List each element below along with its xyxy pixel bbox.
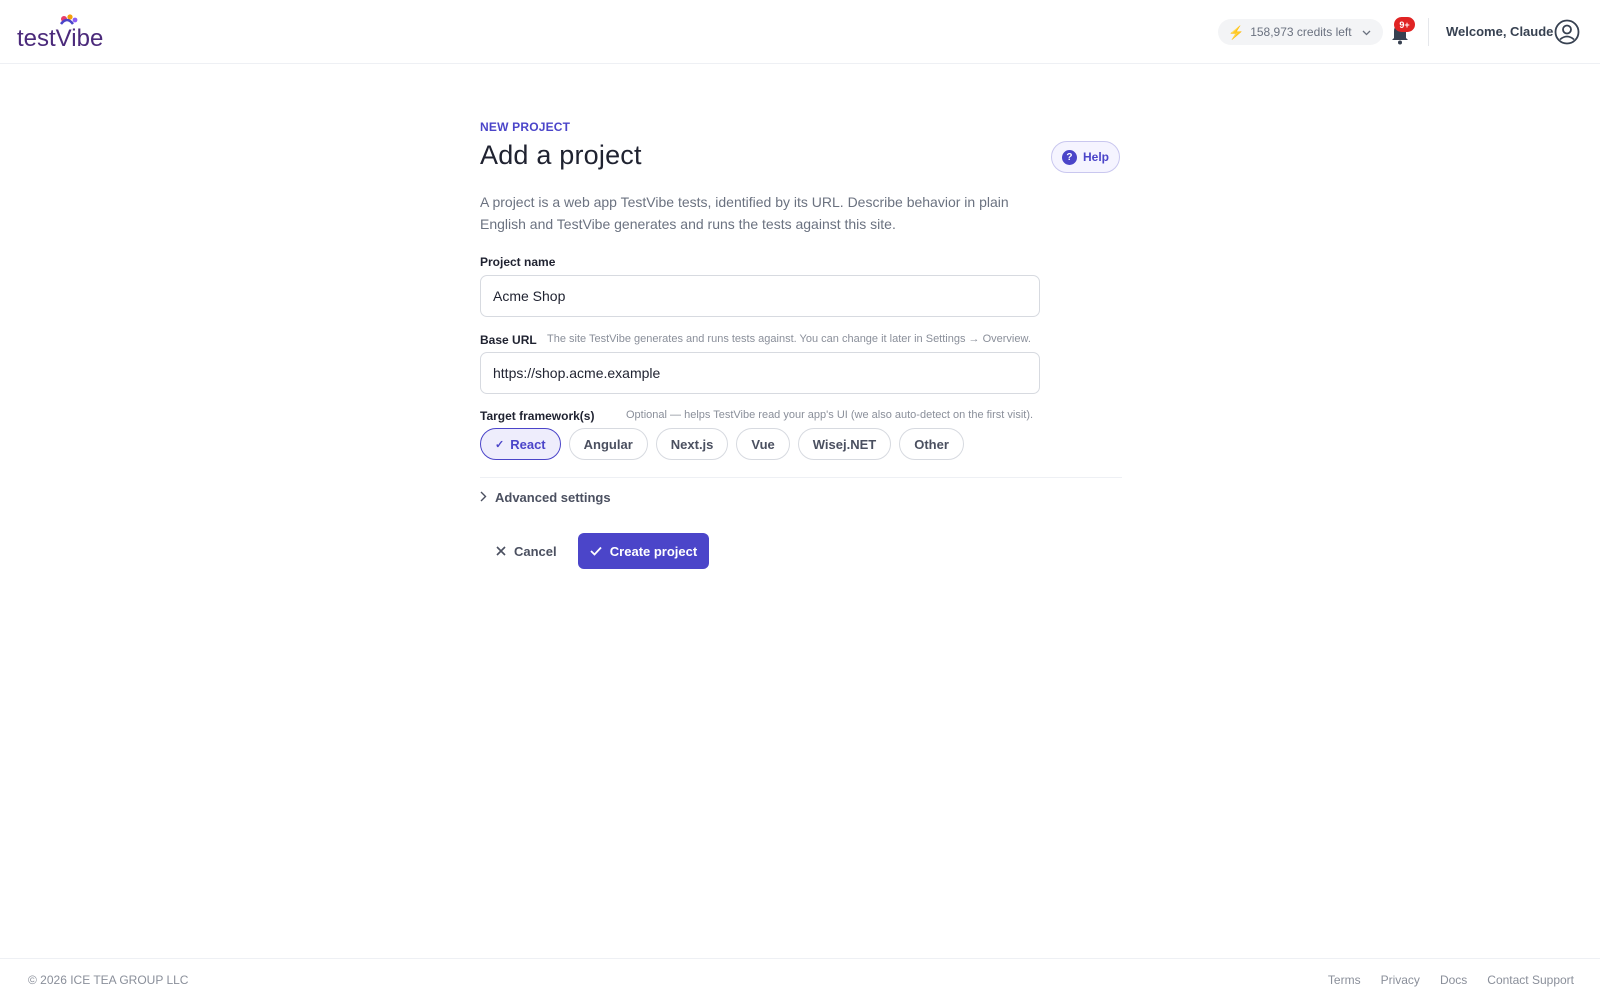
footer-link-contact-support[interactable]: Contact Support [1487,973,1574,987]
footer-links: Terms Privacy Docs Contact Support [1328,973,1574,987]
framework-chip-nextjs[interactable]: Next.js [655,428,729,460]
project-name-label: Project name [480,255,556,269]
framework-chip-group: ✓ React Angular Next.js Vue Wisej.NET Ot… [480,428,964,460]
chip-label: Vue [751,436,775,452]
help-label: Help [1082,150,1109,164]
target-frameworks-label: Target framework(s) [480,409,595,423]
footer-link-docs[interactable]: Docs [1440,973,1467,987]
chevron-down-icon [1362,25,1371,39]
framework-chip-vue[interactable]: Vue [736,428,790,460]
framework-chip-angular[interactable]: Angular [568,428,648,460]
welcome-text: Welcome, Claude [1446,24,1554,39]
framework-chip-wisej[interactable]: Wisej.NET [797,428,892,460]
check-icon: ✓ [495,438,505,451]
advanced-settings-toggle[interactable]: Advanced settings [480,490,611,505]
logo-mark: testVibe [17,14,103,50]
page-description: A project is a web app TestVibe tests, i… [480,194,1009,232]
header-divider [1428,18,1429,46]
chip-label: Other [914,436,949,452]
page-eyebrow: NEW PROJECT [480,120,571,134]
testvibe-logo[interactable]: testVibe [17,14,117,50]
create-project-label: Create project [609,543,698,559]
base-url-hint: The site TestVibe generates and runs tes… [547,333,1031,345]
page-title: Add a project [480,140,642,170]
help-button[interactable]: ? Help [1051,141,1120,173]
cancel-button[interactable]: Cancel [490,533,563,569]
create-project-button[interactable]: Create project [578,533,709,569]
copyright-text: © 2026 ICE TEA GROUP LLC [28,973,189,987]
advanced-settings-label: Advanced settings [495,490,611,505]
target-frameworks-hint: Optional — helps TestVibe read your app'… [626,409,1034,421]
section-divider [480,477,1122,478]
footer-link-terms[interactable]: Terms [1328,973,1361,987]
chip-label: React [510,436,546,452]
credits-label: 158,973 credits left [1250,25,1352,39]
framework-chip-react[interactable]: ✓ React [480,428,561,460]
chip-label: Wisej.NET [812,436,877,452]
close-icon [496,544,506,559]
question-icon: ? [1061,149,1077,165]
base-url-label: Base URL [480,333,537,347]
notification-badge: 9+ [1394,17,1415,32]
top-bar: testVibe ⚡ 158,973 credits left 9+ Welco… [0,0,1600,64]
project-name-input[interactable] [480,275,1040,317]
framework-chip-other[interactable]: Other [899,428,964,460]
chip-label: Angular [583,436,633,452]
footer-link-privacy[interactable]: Privacy [1381,973,1420,987]
check-icon [590,544,602,559]
footer: © 2026 ICE TEA GROUP LLC Terms Privacy D… [0,958,1600,1000]
credits-dropdown[interactable]: ⚡ 158,973 credits left [1218,19,1383,45]
chip-label: Next.js [670,436,714,452]
chevron-right-icon [480,491,487,505]
user-avatar-icon[interactable] [1554,19,1580,45]
cancel-label: Cancel [514,543,557,559]
base-url-input[interactable] [480,352,1040,394]
lightning-icon: ⚡ [1228,24,1245,40]
logo-text: testVibe [17,25,103,50]
